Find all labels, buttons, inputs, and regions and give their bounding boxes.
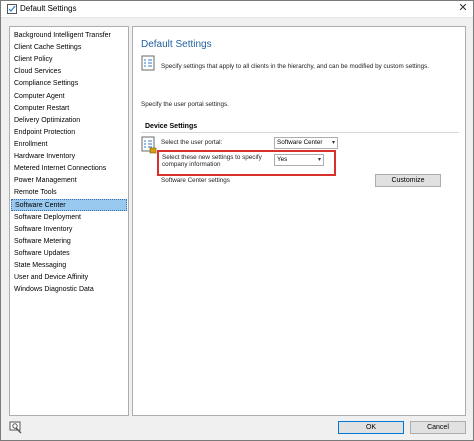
close-icon[interactable]: ✕ <box>457 2 469 14</box>
sidebar-item-endpoint-protection[interactable]: Endpoint Protection <box>11 127 127 139</box>
chevron-down-icon: ▾ <box>331 140 335 146</box>
user-portal-select[interactable]: Software Center ▾ <box>274 137 338 149</box>
settings-doc-icon <box>141 55 155 71</box>
intro-text: Specify settings that apply to all clien… <box>161 63 429 70</box>
settings-category-list[interactable]: Background Intelligent Transfer Client Ca… <box>9 26 129 416</box>
user-portal-value: Software Center <box>277 139 323 146</box>
sidebar-item-enrollment[interactable]: Enrollment <box>11 139 127 151</box>
settings-list-icon <box>141 136 157 154</box>
company-info-label: Select these new settings to specify com… <box>162 154 262 168</box>
sidebar-item-computer-agent[interactable]: Computer Agent <box>11 91 127 103</box>
sidebar-item-user-and-device-affinity[interactable]: User and Device Affinity <box>11 272 127 284</box>
sidebar-item-windows-diagnostic-data[interactable]: Windows Diagnostic Data <box>11 284 127 296</box>
sidebar-item-delivery-optimization[interactable]: Delivery Optimization <box>11 115 127 127</box>
sidebar-item-state-messaging[interactable]: State Messaging <box>11 260 127 272</box>
sidebar-item-software-metering[interactable]: Software Metering <box>11 236 127 248</box>
customize-button[interactable]: Customize <box>375 174 441 187</box>
sidebar-item-software-center[interactable]: Software Center <box>11 199 127 212</box>
section-title: Device Settings <box>145 123 202 130</box>
sidebar-item-power-management[interactable]: Power Management <box>11 175 127 187</box>
device-settings-section: Device Settings <box>141 123 459 133</box>
sidebar-item-compliance-settings[interactable]: Compliance Settings <box>11 78 127 90</box>
cancel-button[interactable]: Cancel <box>410 421 466 434</box>
sidebar-item-software-updates[interactable]: Software Updates <box>11 248 127 260</box>
settings-window: Default Settings ✕ Background Intelligen… <box>0 0 474 441</box>
sidebar-item-cloud-services[interactable]: Cloud Services <box>11 66 127 78</box>
sidebar-item-client-policy[interactable]: Client Policy <box>11 54 127 66</box>
settings-panel: Default Settings Specify settings that a… <box>132 26 466 416</box>
sidebar-item-software-deployment[interactable]: Software Deployment <box>11 212 127 224</box>
window-title: Default Settings <box>20 4 77 13</box>
chevron-down-icon: ▾ <box>317 157 321 163</box>
sidebar-item-remote-tools[interactable]: Remote Tools <box>11 187 127 199</box>
company-info-value: Yes <box>277 156 288 163</box>
portal-select-label: Select the user portal: <box>161 139 223 146</box>
title-bar: Default Settings ✕ <box>1 1 473 18</box>
settings-window-icon <box>7 4 17 14</box>
software-center-settings-label: Software Center settings <box>161 177 230 184</box>
company-info-select[interactable]: Yes ▾ <box>274 154 324 166</box>
sidebar-item-background-intelligent-transfer[interactable]: Background Intelligent Transfer <box>11 30 127 42</box>
section-divider <box>141 132 459 133</box>
status-icon <box>9 421 22 434</box>
portal-description: Specify the user portal settings. <box>141 101 229 108</box>
sidebar-item-hardware-inventory[interactable]: Hardware Inventory <box>11 151 127 163</box>
page-title: Default Settings <box>141 39 212 50</box>
ok-button[interactable]: OK <box>338 421 404 434</box>
sidebar-item-computer-restart[interactable]: Computer Restart <box>11 103 127 115</box>
sidebar-item-client-cache-settings[interactable]: Client Cache Settings <box>11 42 127 54</box>
sidebar-item-metered-internet-connections[interactable]: Metered Internet Connections <box>11 163 127 175</box>
sidebar-item-software-inventory[interactable]: Software Inventory <box>11 224 127 236</box>
